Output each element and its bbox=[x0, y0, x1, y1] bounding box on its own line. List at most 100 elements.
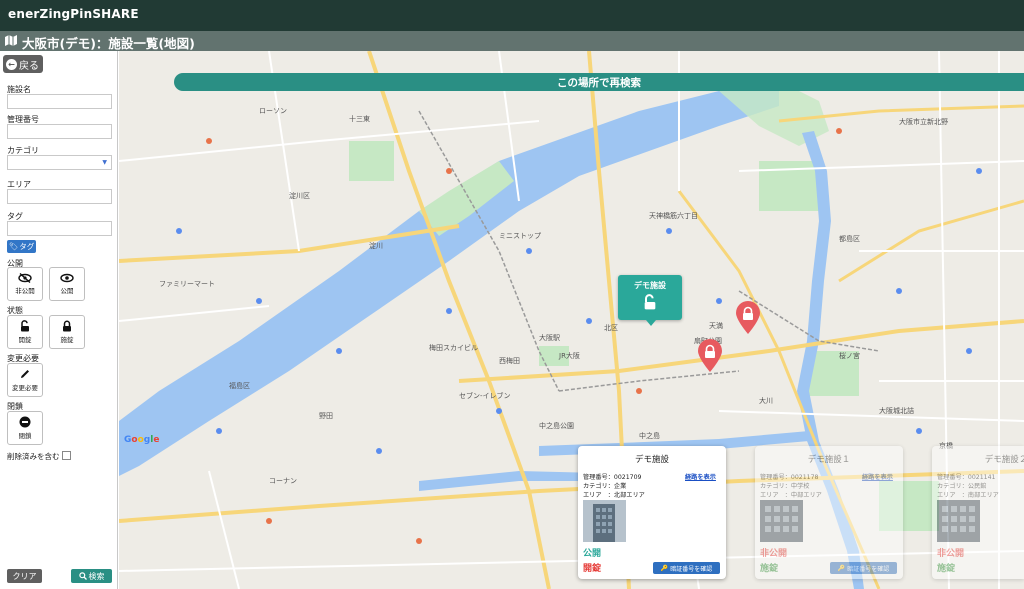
category-select[interactable]: ▼ bbox=[7, 155, 112, 170]
page-title: 大阪市(デモ)：施設一覧(地図) bbox=[22, 36, 195, 51]
search-button-label: 検索 bbox=[88, 571, 105, 581]
map-label: 天神橋筋六丁目 bbox=[649, 212, 698, 220]
arrow-left-icon: ← bbox=[6, 58, 17, 70]
map-label: 大阪市立新北野 bbox=[899, 118, 948, 126]
pencil-icon bbox=[21, 370, 29, 378]
search-this-area-button[interactable]: この場所で再検索 bbox=[174, 73, 1024, 91]
confirm-pin-button[interactable]: 🔑 暗証番号を確認 bbox=[653, 562, 720, 574]
map-label: 淀川 bbox=[369, 242, 383, 250]
key-icon: 🔑 bbox=[660, 564, 669, 572]
facility-management-no: 管理番号：0021178 bbox=[760, 474, 819, 481]
map-label: 都島区 bbox=[839, 235, 860, 243]
facility-card-title: デモ施設２ bbox=[984, 455, 1024, 465]
facility-area: エリア ：北部エリア bbox=[583, 492, 645, 499]
management-no-input[interactable] bbox=[7, 124, 112, 139]
facility-card[interactable]: デモ施設１ 管理番号：0021178 カテゴリ：中学校 エリア ：中部エリア 経… bbox=[755, 446, 903, 579]
clear-button[interactable]: クリア bbox=[7, 569, 42, 583]
back-button-label: 戻る bbox=[19, 60, 39, 72]
lock-icon bbox=[63, 320, 71, 332]
unlocked-filter-button[interactable]: 開錠 bbox=[7, 315, 43, 349]
change-needed-filter-button[interactable]: 変更必要 bbox=[7, 363, 43, 397]
show-route-link[interactable]: 経路を表示 bbox=[862, 472, 893, 481]
facility-card[interactable]: デモ施設２ 管理番号：0021141 カテゴリ：公民館 エリア ：南部エリア 非… bbox=[932, 446, 1024, 579]
facility-area: エリア ：中部エリア bbox=[760, 492, 822, 499]
lock-status: 施錠 bbox=[760, 564, 779, 574]
include-deleted-label: 削除済みを含む bbox=[7, 452, 60, 461]
back-button[interactable]: ← 戻る bbox=[3, 55, 43, 73]
map-label: 野田 bbox=[319, 412, 333, 420]
facility-category: カテゴリ：企業 bbox=[583, 483, 627, 490]
eye-slash-icon bbox=[18, 273, 32, 283]
area-input[interactable] bbox=[7, 189, 112, 204]
facility-photo bbox=[937, 500, 980, 542]
facility-category: カテゴリ：公民館 bbox=[937, 483, 987, 490]
key-icon: 🔑 bbox=[837, 564, 846, 572]
unlock-icon bbox=[644, 294, 656, 310]
map-canvas[interactable]: 十三東 淀川区 大阪市立新北野 都島区 北区 中之島 梅田スカイビル 大阪駅 扇… bbox=[119, 51, 1024, 589]
public-status: 公開 bbox=[583, 549, 602, 559]
closure-filter-label: 閉鎖 bbox=[18, 432, 32, 440]
private-filter-label: 非公開 bbox=[15, 287, 35, 295]
tag-button-label: タグ bbox=[19, 242, 35, 251]
map-label: ファミリーマート bbox=[159, 280, 215, 288]
chevron-down-icon: ▼ bbox=[102, 159, 107, 166]
search-icon bbox=[78, 572, 87, 580]
unlocked-filter-label: 開錠 bbox=[18, 336, 32, 344]
map-label: ミニストップ bbox=[499, 232, 541, 240]
facility-card[interactable]: デモ施設 管理番号：0021709 カテゴリ：企業 エリア ：北部エリア 経路を… bbox=[578, 446, 726, 579]
facility-card-title: デモ施設１ bbox=[807, 455, 851, 465]
tag-input[interactable] bbox=[7, 221, 112, 236]
facility-management-no: 管理番号：0021709 bbox=[583, 474, 642, 481]
public-filter-button[interactable]: 公開 bbox=[49, 267, 85, 301]
facility-name-input[interactable] bbox=[7, 94, 112, 109]
locked-filter-label: 施錠 bbox=[60, 336, 74, 344]
private-filter-button[interactable]: 非公開 bbox=[7, 267, 43, 301]
closure-filter-button[interactable]: 閉鎖 bbox=[7, 411, 43, 445]
public-status: 非公開 bbox=[760, 549, 788, 559]
locked-facility-pin[interactable] bbox=[735, 301, 761, 335]
map-label: 桜ノ宮 bbox=[839, 352, 860, 360]
include-deleted-checkbox[interactable] bbox=[62, 451, 71, 460]
lock-status: 施錠 bbox=[937, 564, 956, 574]
map-label: 北区 bbox=[604, 324, 618, 332]
map-label: 大阪駅 bbox=[539, 334, 560, 342]
lock-status: 開錠 bbox=[583, 564, 602, 574]
unlock-icon bbox=[21, 320, 29, 332]
map-icon bbox=[5, 35, 17, 46]
map-label: コーナン bbox=[269, 477, 297, 485]
map-label: 大川 bbox=[759, 397, 773, 405]
map-label: 中之島公園 bbox=[539, 422, 574, 430]
facility-photo bbox=[760, 500, 803, 542]
facility-management-no: 管理番号：0021141 bbox=[937, 474, 996, 481]
show-route-link[interactable]: 経路を表示 bbox=[685, 472, 716, 481]
map-label: 天満 bbox=[709, 322, 723, 330]
map-label: 淀川区 bbox=[289, 192, 310, 200]
map-label: ローソン bbox=[259, 107, 287, 115]
map-label: 十三東 bbox=[349, 115, 370, 123]
tag-button[interactable]: 🏷 タグ bbox=[7, 240, 36, 253]
facility-marker-demo[interactable]: デモ施設 bbox=[618, 275, 682, 326]
facility-photo bbox=[583, 500, 626, 542]
facility-area: エリア ：南部エリア bbox=[937, 492, 999, 499]
map-label: 福島区 bbox=[229, 382, 250, 390]
title-bar: 大阪市(デモ)：施設一覧(地図) bbox=[0, 31, 1024, 51]
map-label: 大阪城北詰 bbox=[879, 407, 914, 415]
app-header: enerZingPinSHARE bbox=[0, 0, 1024, 31]
map-label: JR大阪 bbox=[559, 352, 580, 360]
map-label: セブン-イレブン bbox=[459, 392, 511, 400]
locked-facility-pin[interactable] bbox=[697, 339, 723, 373]
minus-circle-icon bbox=[19, 416, 31, 428]
facility-marker-label: デモ施設 bbox=[634, 281, 666, 290]
brand-logo[interactable]: enerZingPinSHARE bbox=[8, 7, 139, 21]
public-filter-label: 公開 bbox=[60, 287, 74, 295]
map-label: 中之島 bbox=[639, 432, 660, 440]
locked-filter-button[interactable]: 施錠 bbox=[49, 315, 85, 349]
map-label: 梅田スカイビル bbox=[429, 344, 478, 352]
confirm-pin-button[interactable]: 🔑 暗証番号を確認 bbox=[830, 562, 897, 574]
google-logo: Google bbox=[124, 435, 160, 445]
change-needed-filter-label: 変更必要 bbox=[12, 384, 38, 392]
facility-category: カテゴリ：中学校 bbox=[760, 483, 810, 490]
map-label: 西梅田 bbox=[499, 357, 520, 365]
facility-card-title: デモ施設 bbox=[634, 455, 669, 465]
search-button[interactable]: 検索 bbox=[71, 569, 112, 583]
